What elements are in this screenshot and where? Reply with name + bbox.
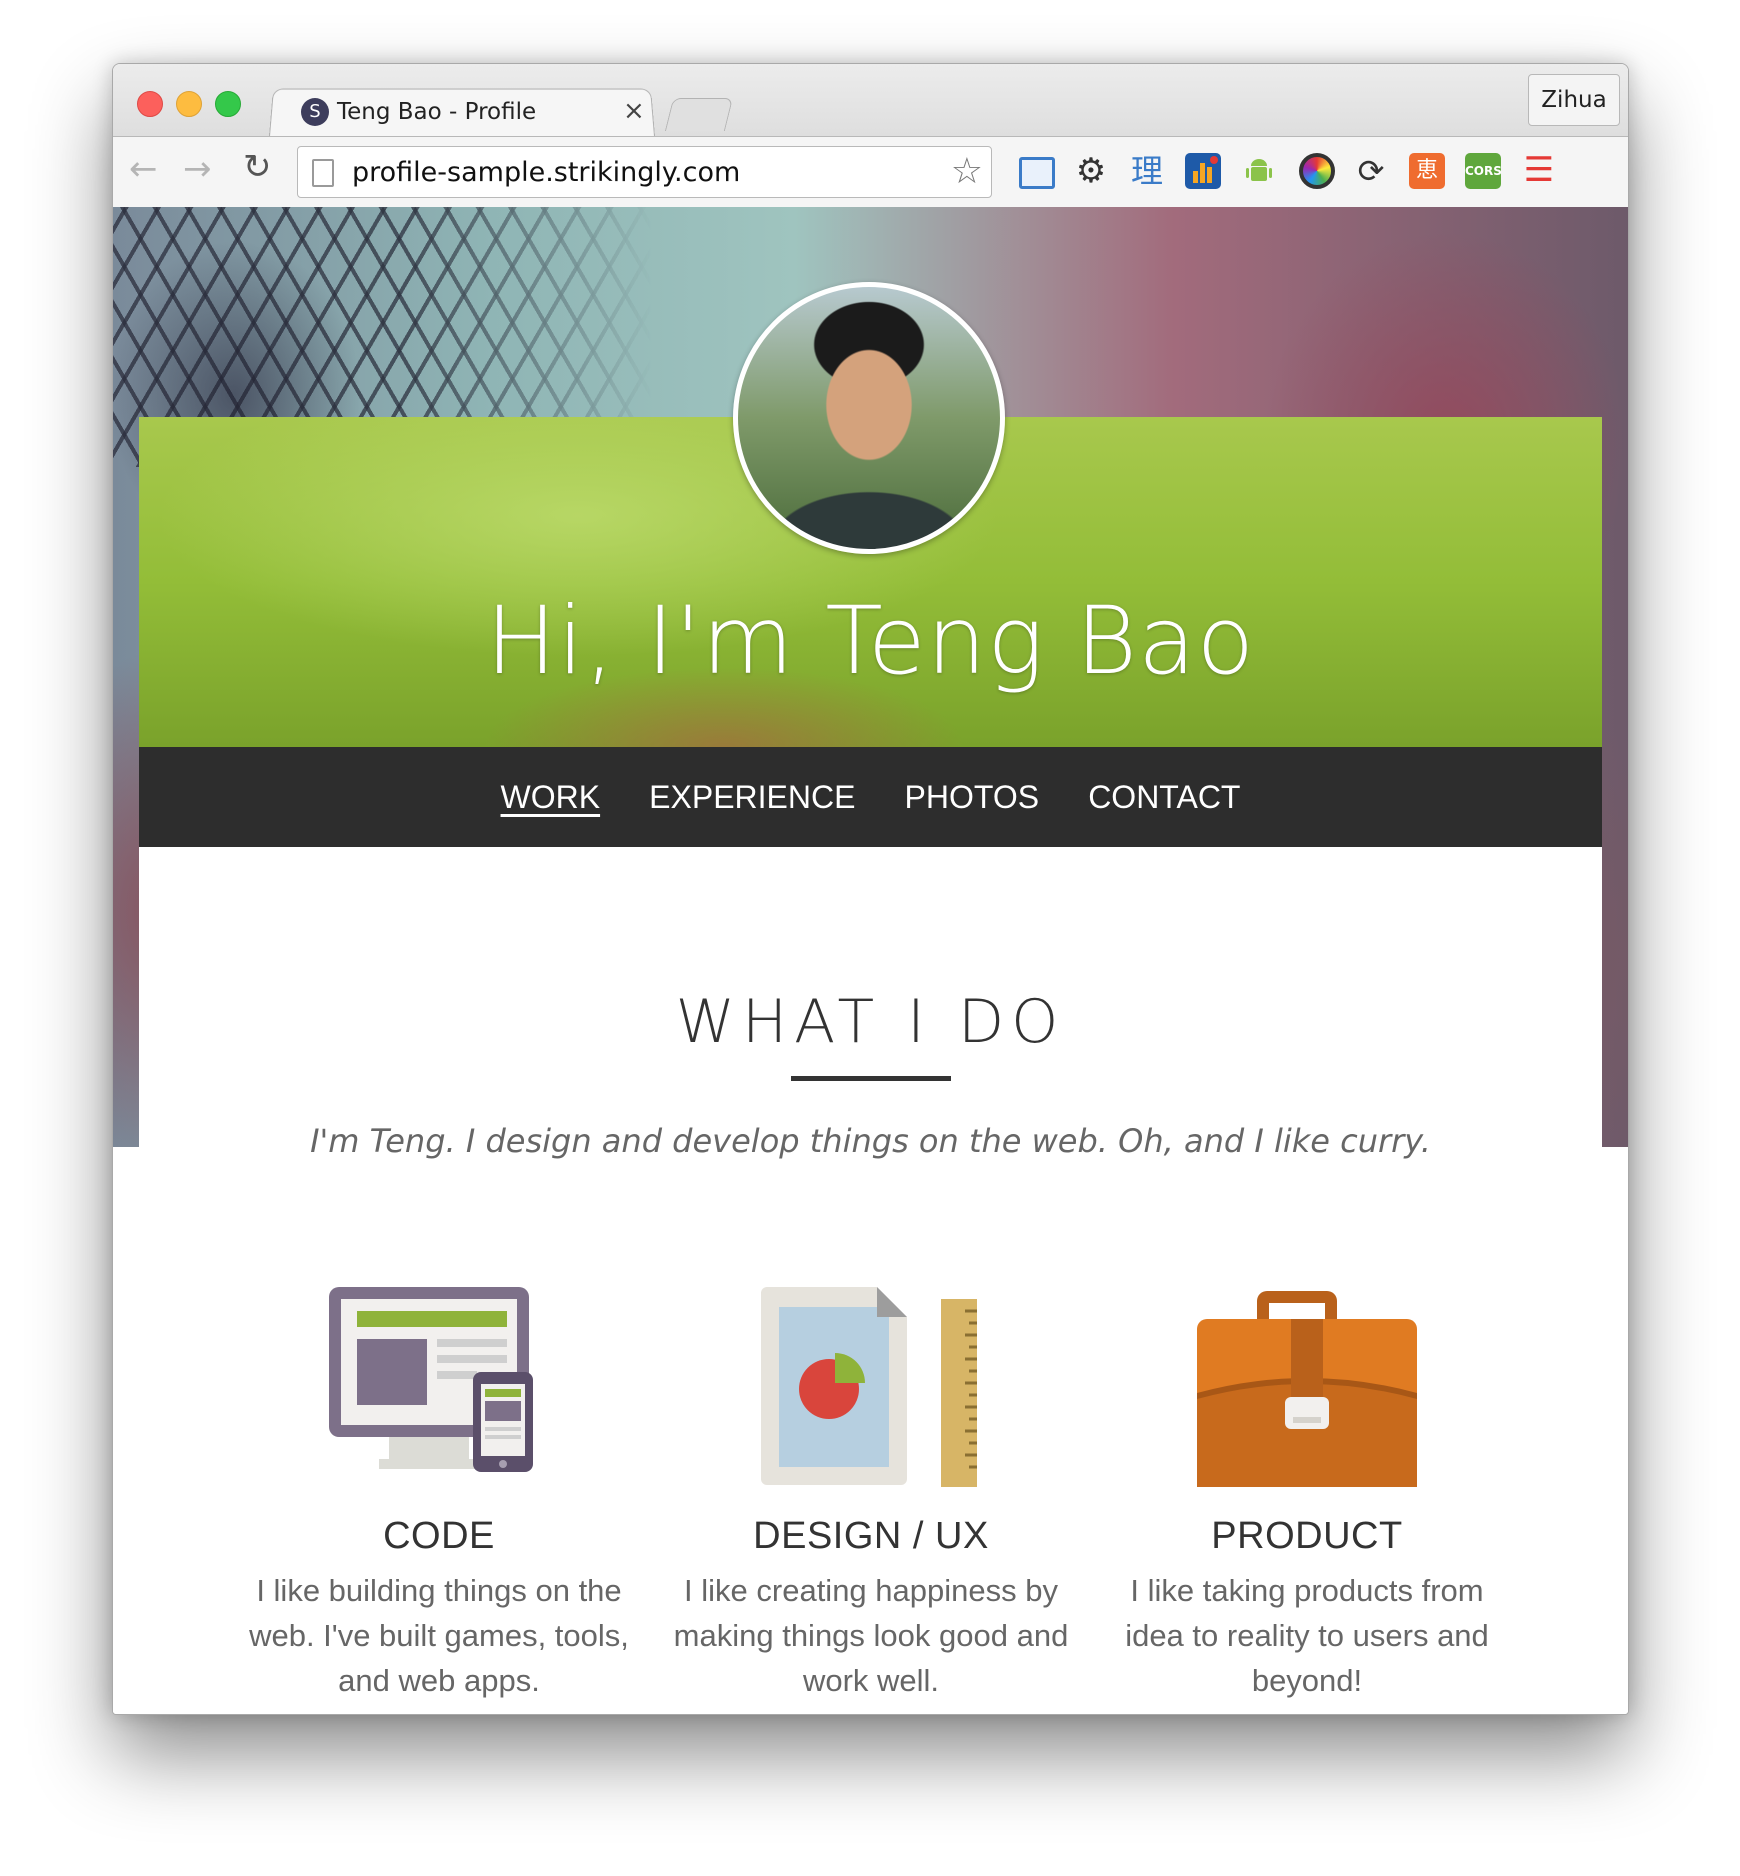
title-bar: S Teng Bao - Profile × Zihua — [113, 64, 1628, 137]
minimize-window-button[interactable] — [176, 91, 202, 117]
url-text[interactable]: profile-sample.strikingly.com — [352, 157, 740, 188]
new-tab-button[interactable] — [664, 98, 734, 131]
li-char-icon[interactable]: 理 — [1129, 153, 1165, 189]
what-i-do-section: WHAT I DO I'm Teng. I design and develop… — [139, 847, 1602, 1714]
code-column: CODE I like building things on the web. … — [229, 1287, 649, 1703]
color-wheel-icon[interactable] — [1299, 153, 1335, 189]
browser-window: S Teng Bao - Profile × Zihua ← → ↻ profi… — [112, 63, 1629, 1715]
design-document-icon — [761, 1287, 981, 1487]
product-description: I like taking products from idea to real… — [1125, 1573, 1489, 1698]
android-icon[interactable] — [1241, 153, 1277, 189]
profile-button[interactable]: Zihua — [1528, 74, 1620, 126]
browser-tab[interactable]: S Teng Bao - Profile × — [293, 88, 653, 136]
tab-close-icon[interactable]: × — [623, 96, 645, 126]
computer-devices-icon — [329, 1287, 549, 1487]
section-tagline: I'm Teng. I design and develop things on… — [310, 1122, 1431, 1160]
maximize-window-button[interactable] — [215, 91, 241, 117]
product-column: PRODUCT I like taking products from idea… — [1097, 1287, 1517, 1703]
forward-arrow-icon[interactable]: → — [183, 149, 212, 189]
cors-icon[interactable]: CORS — [1465, 153, 1502, 189]
hero-title: Hi, I'm Teng Bao — [485, 587, 1256, 696]
nav-photos[interactable]: PHOTOS — [905, 747, 1040, 847]
reload-icon[interactable]: ↻ — [243, 147, 272, 187]
site-navbar: WORK EXPERIENCE PHOTOS CONTACT — [139, 747, 1602, 847]
stats-icon[interactable] — [1185, 153, 1221, 189]
section-title: WHAT I DO — [675, 987, 1066, 1057]
web-page: Hi, I'm Teng Bao WORK EXPERIENCE PHOTOS … — [113, 207, 1628, 1714]
code-title: CODE — [383, 1515, 495, 1557]
nav-contact[interactable]: CONTACT — [1088, 747, 1240, 847]
close-window-button[interactable] — [137, 91, 163, 117]
browser-toolbar: ← → ↻ profile-sample.strikingly.com ☆ ⚙ … — [113, 136, 1628, 208]
profile-avatar — [733, 282, 1005, 554]
nav-experience[interactable]: EXPERIENCE — [649, 747, 855, 847]
design-column: DESIGN / UX I like creating happiness by… — [661, 1287, 1081, 1703]
nav-work[interactable]: WORK — [501, 747, 601, 847]
su-char-icon[interactable]: 恵 — [1409, 153, 1445, 189]
briefcase-icon — [1197, 1287, 1417, 1487]
tab-title: Teng Bao - Profile — [337, 99, 537, 125]
title-divider — [791, 1076, 951, 1081]
strikingly-favicon-icon: S — [301, 98, 329, 126]
sync-icon[interactable]: ⟳ — [1353, 153, 1389, 189]
bookmark-star-icon[interactable]: ☆ — [951, 151, 983, 192]
menu-icon[interactable]: ☰ — [1521, 153, 1557, 189]
design-description: I like creating happiness by making thin… — [673, 1573, 1069, 1698]
back-arrow-icon[interactable]: ← — [129, 149, 158, 189]
settings-gear-icon[interactable]: ⚙ — [1073, 153, 1109, 189]
product-title: PRODUCT — [1211, 1515, 1403, 1557]
page-icon — [312, 159, 334, 187]
address-bar[interactable]: profile-sample.strikingly.com ☆ — [297, 146, 992, 198]
design-title: DESIGN / UX — [753, 1515, 989, 1557]
code-description: I like building things on the web. I've … — [249, 1573, 629, 1698]
screen-capture-icon[interactable] — [1019, 157, 1055, 189]
